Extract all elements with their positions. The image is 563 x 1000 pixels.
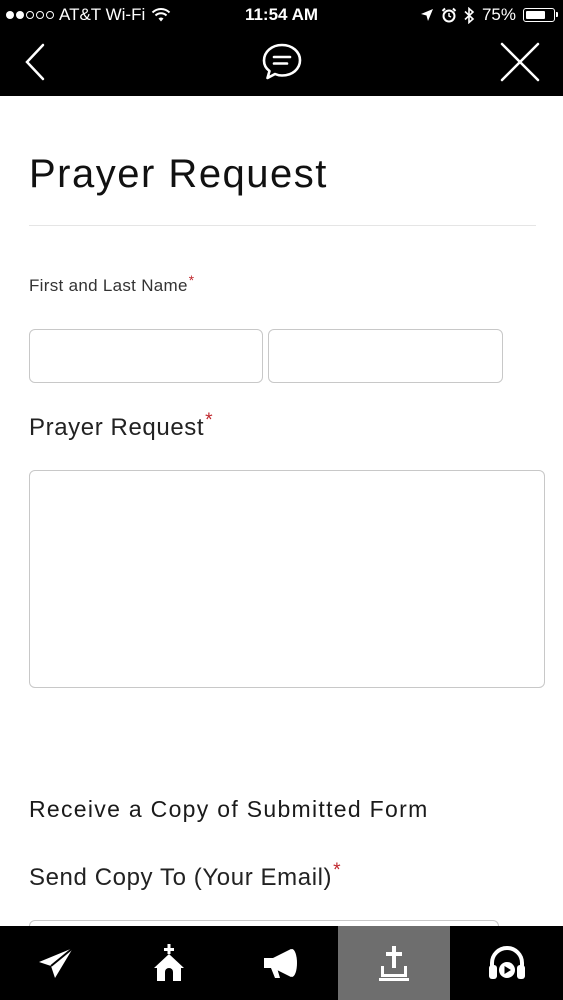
battery-percent: 75%: [481, 5, 516, 24]
battery-icon: [523, 8, 558, 22]
alarm-clock-icon: [441, 7, 457, 23]
paper-plane-icon: [39, 947, 74, 978]
required-marker: *: [205, 410, 214, 432]
location-arrow-icon: [420, 9, 433, 21]
required-marker: *: [188, 272, 195, 288]
megaphone-icon: [264, 949, 298, 978]
back-button[interactable]: [18, 42, 54, 82]
email-label-text: Send Copy To (Your Email): [29, 864, 333, 891]
headphones-play-icon: [488, 946, 525, 979]
prayer-request-textarea[interactable]: [29, 470, 545, 688]
form-content: Prayer Request First and Last Name* Pray…: [0, 96, 563, 926]
prayer-label-text: Prayer Request: [29, 414, 205, 441]
chat-button[interactable]: [261, 42, 303, 82]
tab-media[interactable]: [450, 926, 563, 1000]
bluetooth-icon: [464, 6, 475, 24]
bottom-tab-bar: [0, 926, 563, 1000]
tab-send[interactable]: [0, 926, 113, 1000]
chevron-left-icon: [25, 43, 45, 81]
church-icon: [153, 944, 184, 981]
name-label: First and Last Name*: [29, 272, 195, 296]
status-right: 75%: [420, 5, 558, 25]
tab-church[interactable]: [113, 926, 226, 1000]
tab-announcements[interactable]: [225, 926, 338, 1000]
top-header: AT&T Wi-Fi 11:54 AM 75%: [0, 0, 563, 96]
page-title: Prayer Request: [29, 152, 328, 196]
email-label: Send Copy To (Your Email)*: [29, 860, 341, 892]
required-marker: *: [333, 860, 342, 882]
copy-section-heading: Receive a Copy of Submitted Form: [29, 796, 429, 822]
last-name-input[interactable]: [268, 329, 503, 383]
name-label-text: First and Last Name: [29, 276, 188, 295]
title-divider: [29, 225, 536, 226]
battery-level: [526, 11, 545, 19]
tab-prayer[interactable]: [337, 926, 451, 1000]
chat-bubble-icon: [262, 43, 302, 80]
prayer-label: Prayer Request*: [29, 410, 213, 442]
close-icon: [500, 42, 540, 82]
first-name-input[interactable]: [29, 329, 263, 383]
close-button[interactable]: [498, 40, 542, 84]
status-bar: AT&T Wi-Fi 11:54 AM 75%: [0, 0, 563, 32]
prayer-upload-icon: [379, 946, 410, 981]
